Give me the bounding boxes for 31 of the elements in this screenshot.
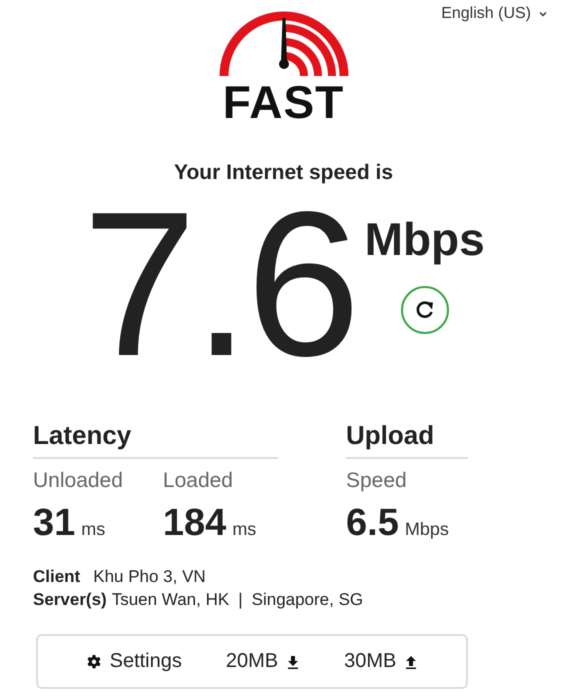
metric-label: Loaded bbox=[162, 468, 234, 494]
test-size-button[interactable]: 20MB bbox=[226, 650, 300, 673]
server-label: Server(s) bbox=[33, 589, 107, 611]
test-size-button[interactable]: 30MB bbox=[344, 650, 418, 673]
speed-value: 7.6 bbox=[82, 194, 357, 374]
speed-unit: Mbps bbox=[364, 214, 485, 264]
language-dropdown[interactable]: English (US) bbox=[441, 4, 547, 24]
metric-label: Unloaded bbox=[33, 468, 123, 494]
caret-icon bbox=[539, 11, 547, 17]
client-label: Client bbox=[33, 566, 80, 588]
metric-unit: Mbps bbox=[404, 519, 449, 540]
metric-unit: ms bbox=[232, 519, 256, 540]
client-location: Khu Pho 3, VN bbox=[93, 566, 206, 588]
speed-headline: Your Internet speed is bbox=[173, 160, 394, 186]
refresh-button[interactable] bbox=[400, 286, 449, 334]
server-location: Tsuen Wan, HK bbox=[112, 589, 230, 611]
metric-value: 31 bbox=[33, 501, 76, 545]
metric-value: 6.5 bbox=[346, 501, 399, 545]
server-location: Singapore, SG bbox=[252, 589, 364, 611]
metric-unit: ms bbox=[81, 519, 106, 540]
section-title: Upload bbox=[346, 419, 436, 451]
refresh-icon bbox=[414, 300, 435, 320]
section-title: Latency bbox=[33, 419, 132, 451]
metric-label: Speed bbox=[346, 468, 408, 494]
logo-text: FAST bbox=[222, 82, 344, 122]
settings-button[interactable]: Settings bbox=[86, 650, 182, 673]
separator: | bbox=[238, 589, 243, 611]
gear-icon bbox=[86, 654, 102, 670]
metric-value: 184 bbox=[162, 501, 226, 545]
download-icon bbox=[286, 654, 300, 668]
upload-icon bbox=[404, 654, 418, 668]
